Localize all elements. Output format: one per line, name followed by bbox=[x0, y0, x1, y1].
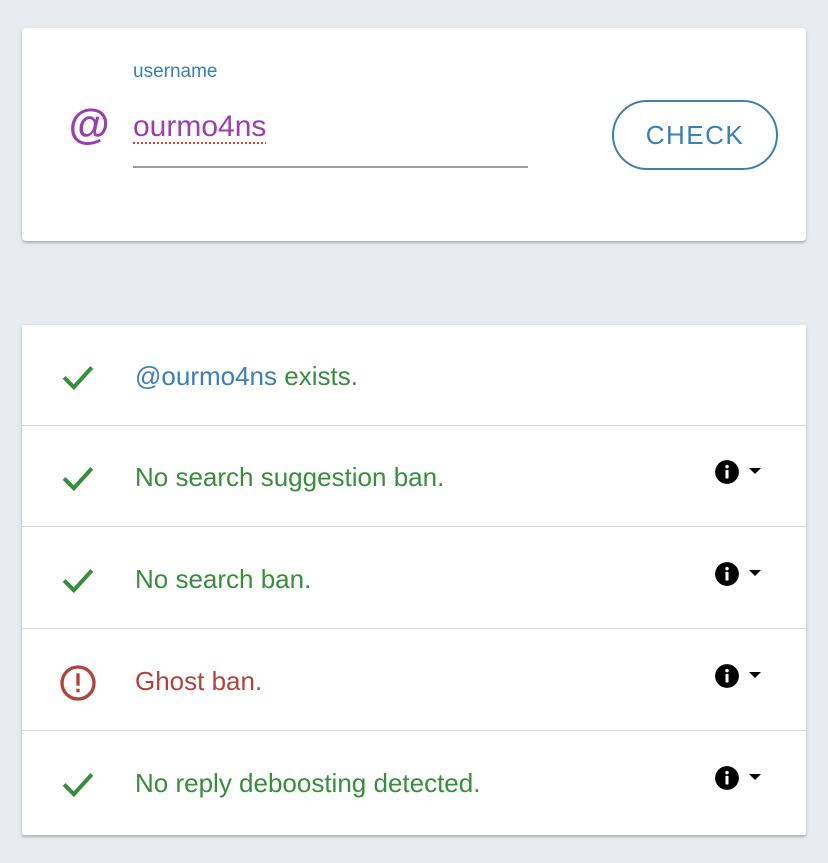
result-row-search-ban: No search ban. bbox=[22, 528, 806, 629]
check-button[interactable]: CHECK bbox=[612, 100, 778, 170]
at-sign-icon: @ bbox=[68, 101, 109, 148]
username-search-card: @ username ourmo4ns CHECK bbox=[22, 28, 806, 241]
result-message: No search suggestion ban. bbox=[135, 462, 445, 492]
result-row-reply-deboosting: No reply deboosting detected. bbox=[22, 732, 806, 833]
check-icon bbox=[58, 459, 98, 499]
alert-circle-icon bbox=[58, 663, 98, 703]
caret-down-icon bbox=[749, 570, 761, 576]
result-row-ghost-ban: Ghost ban. bbox=[22, 630, 806, 731]
result-message: No search ban. bbox=[135, 564, 312, 594]
check-icon bbox=[58, 358, 98, 398]
info-dropdown-button[interactable] bbox=[714, 765, 774, 793]
result-message: Ghost ban. bbox=[135, 666, 263, 696]
result-row-search-suggestion-ban: No search suggestion ban. bbox=[22, 426, 806, 527]
caret-down-icon bbox=[749, 774, 761, 780]
result-row-exists: @ourmo4ns exists. bbox=[22, 325, 806, 426]
info-dropdown-button[interactable] bbox=[714, 561, 774, 589]
username-field-label: username bbox=[133, 61, 218, 82]
info-icon bbox=[715, 562, 739, 586]
info-dropdown-button[interactable] bbox=[714, 459, 774, 487]
info-dropdown-button[interactable] bbox=[714, 663, 774, 691]
info-icon bbox=[715, 766, 739, 790]
info-icon bbox=[715, 460, 739, 484]
username-handle: @ourmo4ns bbox=[135, 361, 278, 391]
results-card: @ourmo4ns exists. No search suggestion b… bbox=[22, 325, 806, 835]
caret-down-icon bbox=[749, 672, 761, 678]
check-icon bbox=[58, 765, 98, 805]
check-icon bbox=[58, 561, 98, 601]
result-text: @ourmo4ns exists. bbox=[135, 363, 358, 389]
caret-down-icon bbox=[749, 468, 761, 474]
result-message: exists. bbox=[277, 361, 358, 391]
info-icon bbox=[715, 664, 739, 688]
result-message: No reply deboosting detected. bbox=[135, 768, 481, 798]
username-input-value: ourmo4ns bbox=[133, 110, 267, 143]
